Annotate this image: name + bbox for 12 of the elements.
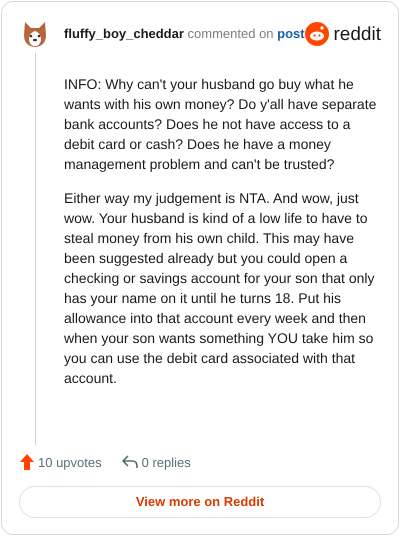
alien-logo-icon: [305, 22, 330, 46]
reply-count: 0 replies: [142, 454, 191, 472]
reply-arrow-icon[interactable]: [122, 455, 138, 470]
upvote-arrow-icon[interactable]: [20, 454, 34, 470]
action-text: commented on: [188, 26, 274, 42]
brand-wordmark: reddit: [333, 24, 381, 44]
post-link[interactable]: post: [277, 26, 305, 42]
view-more-button[interactable]: View more on Reddit: [19, 486, 381, 518]
upvote-count: 10 upvotes: [38, 454, 102, 472]
comment-paragraph: Either way my judgement is NTA. And wow, just wow. Your husband is kind of a low life to have to steal money from his own child. This may have been suggested already but you could open a checking or savings account for your son that only has your name on it until he turns 18. Put his allowance into that account every week and then when your son wants something YOU take him so you can use the debit card associated with that account.: [64, 189, 376, 388]
comment-paragraph: INFO: Why can't your husband go buy what he wants with his own money? Do y'all have separate bank accounts? Does he not have access to a debit card or cash? Does he have a money management problem and can't be trusted?: [64, 75, 378, 174]
username[interactable]: fluffy_boy_cheddar: [64, 26, 184, 42]
